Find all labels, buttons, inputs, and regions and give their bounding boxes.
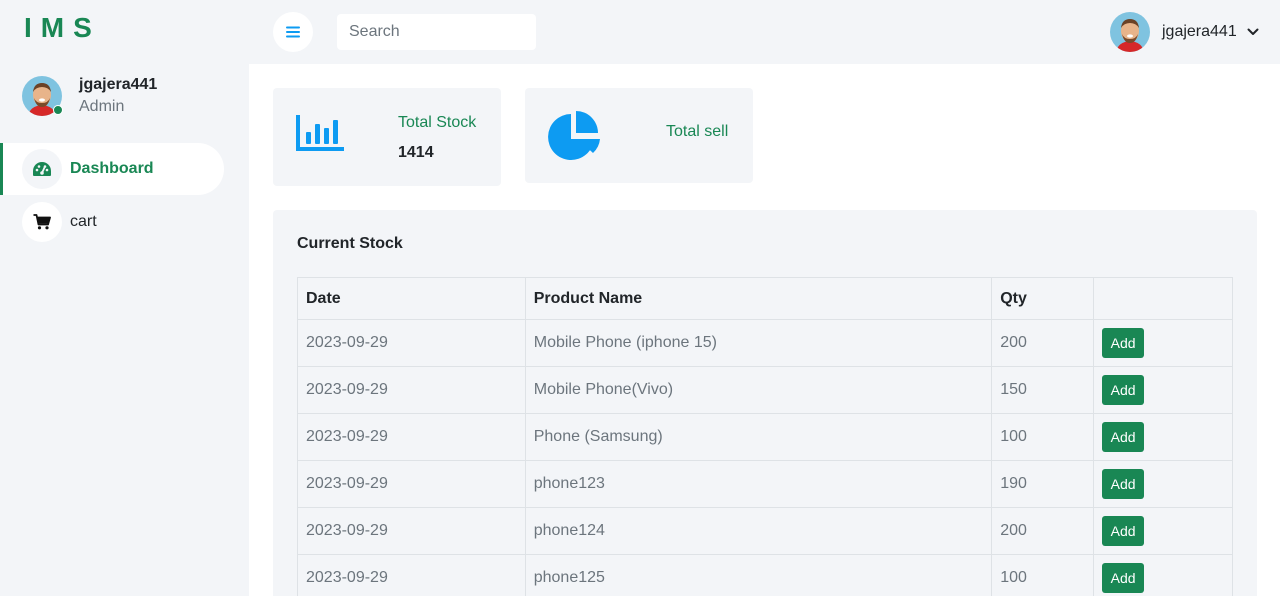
pie-chart-icon: [548, 111, 600, 160]
add-button[interactable]: Add: [1102, 375, 1145, 405]
cell-date: 2023-09-29: [297, 460, 526, 508]
add-button[interactable]: Add: [1102, 469, 1145, 499]
add-button[interactable]: Add: [1102, 422, 1145, 452]
online-status-dot: [53, 105, 63, 115]
sidebar-item-cart[interactable]: cart: [0, 196, 224, 248]
add-button[interactable]: Add: [1102, 516, 1145, 546]
cell-qty: 150: [991, 366, 1095, 414]
table-row: 2023-09-29 Phone (Samsung) 100 Add: [297, 413, 1233, 461]
cell-actions: Add: [1093, 413, 1233, 461]
search-input[interactable]: [337, 14, 536, 50]
sidebar-profile: jgajera441 Admin: [22, 76, 157, 116]
table-header-row: Date Product Name Qty: [297, 277, 1233, 320]
cell-qty: 190: [991, 460, 1095, 508]
table-row: 2023-09-29 phone125 100 Add: [297, 554, 1233, 596]
cell-qty: 100: [991, 413, 1095, 461]
speedometer-icon: [22, 149, 62, 189]
sidebar: IMS jgajera441 Admin Dashboard cart: [0, 0, 248, 596]
cell-actions: Add: [1093, 507, 1233, 555]
hamburger-icon: [286, 26, 300, 38]
cell-qty: 200: [991, 507, 1095, 555]
avatar: [1110, 12, 1150, 52]
sidebar-item-label: cart: [70, 213, 97, 230]
cell-actions: Add: [1093, 366, 1233, 414]
cell-date: 2023-09-29: [297, 413, 526, 461]
profile-name: jgajera441: [79, 76, 158, 93]
cell-actions: Add: [1093, 554, 1233, 596]
cell-product-name: Phone (Samsung): [524, 413, 993, 461]
avatar: [22, 76, 63, 116]
column-header-date: Date: [297, 277, 526, 320]
cell-date: 2023-09-29: [297, 554, 526, 596]
total-stock-label: Total Stock: [398, 114, 477, 131]
brand-logo[interactable]: IMS: [24, 12, 101, 44]
column-header-actions: [1093, 277, 1233, 320]
total-sell-card: Total sell: [525, 88, 753, 183]
cell-product-name: phone123: [524, 460, 993, 508]
bar-chart-icon: [296, 115, 344, 151]
profile-role: Admin: [79, 98, 125, 115]
cell-qty: 100: [991, 554, 1095, 596]
table-row: 2023-09-29 phone123 190 Add: [297, 460, 1233, 508]
cell-actions: Add: [1093, 460, 1233, 508]
topbar-username: jgajera441: [1162, 23, 1237, 40]
current-stock-title: Current Stock: [297, 235, 403, 252]
total-stock-value: 1414: [398, 144, 434, 161]
total-stock-card: Total Stock 1414: [273, 88, 501, 186]
table-row: 2023-09-29 Mobile Phone (iphone 15) 200 …: [297, 319, 1233, 367]
cell-product-name: Mobile Phone (iphone 15): [524, 319, 993, 367]
chevron-down-icon: [1247, 28, 1259, 35]
cell-actions: Add: [1093, 319, 1233, 367]
user-menu-dropdown[interactable]: jgajera441: [1110, 12, 1259, 52]
cell-date: 2023-09-29: [297, 319, 526, 367]
column-header-product-name: Product Name: [524, 277, 993, 320]
cell-qty: 200: [991, 319, 1095, 367]
cell-product-name: phone125: [524, 554, 993, 596]
cart-icon: [22, 202, 62, 242]
add-button[interactable]: Add: [1102, 328, 1145, 358]
column-header-qty: Qty: [991, 277, 1095, 320]
avatar-image: [1110, 12, 1150, 52]
current-stock-panel: Current Stock Date Product Name Qty 2023…: [273, 210, 1257, 596]
cell-product-name: Mobile Phone(Vivo): [524, 366, 993, 414]
menu-toggle-button[interactable]: [273, 12, 313, 52]
sidebar-item-label: Dashboard: [70, 160, 154, 177]
total-sell-label: Total sell: [666, 123, 729, 140]
sidebar-item-dashboard[interactable]: Dashboard: [0, 143, 224, 195]
table-row: 2023-09-29 phone124 200 Add: [297, 507, 1233, 555]
cell-date: 2023-09-29: [297, 507, 526, 555]
stock-table: Date Product Name Qty 2023-09-29 Mobile …: [297, 277, 1233, 596]
cell-product-name: phone124: [524, 507, 993, 555]
add-button[interactable]: Add: [1102, 563, 1145, 593]
cell-date: 2023-09-29: [297, 366, 526, 414]
table-row: 2023-09-29 Mobile Phone(Vivo) 150 Add: [297, 366, 1233, 414]
